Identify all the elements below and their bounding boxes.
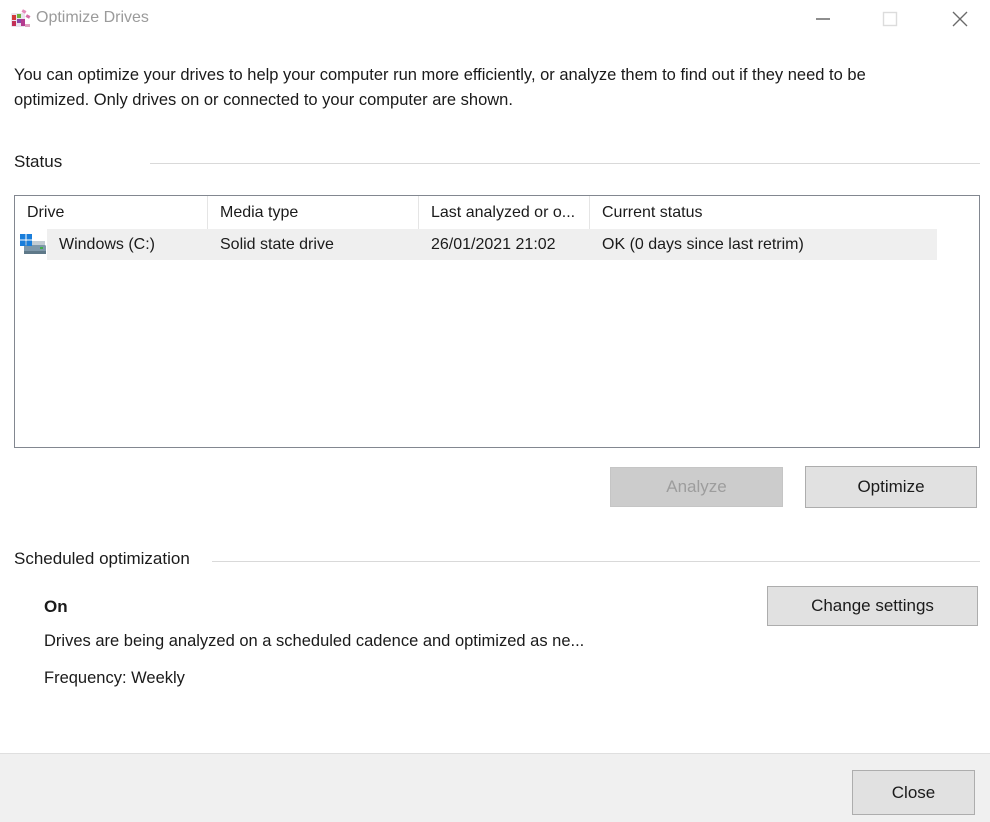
- scheduled-section-divider: [212, 561, 980, 562]
- column-header-current-status[interactable]: Current status: [590, 196, 937, 229]
- drives-table-header: Drive Media type Last analyzed or o... C…: [15, 196, 979, 229]
- scheduled-frequency: Frequency: Weekly: [44, 669, 185, 688]
- maximize-button: [873, 2, 907, 36]
- cell-current-status: OK (0 days since last retrim): [590, 229, 937, 260]
- minimize-button[interactable]: [806, 2, 840, 36]
- drive-row-windows-c[interactable]: Windows (C:) Solid state drive 26/01/202…: [15, 229, 979, 260]
- dialog-footer: [0, 753, 990, 822]
- column-header-last-analyzed[interactable]: Last analyzed or o...: [419, 196, 590, 229]
- optimize-button[interactable]: Optimize: [805, 466, 977, 508]
- scheduled-state: On: [44, 597, 68, 617]
- optimize-drives-window: Optimize Drives You can optimize your dr…: [0, 0, 990, 822]
- cell-last-analyzed: 26/01/2021 21:02: [419, 229, 590, 260]
- scheduled-description: Drives are being analyzed on a scheduled…: [44, 632, 584, 651]
- close-window-button[interactable]: [943, 2, 977, 36]
- close-button[interactable]: Close: [852, 770, 975, 815]
- status-section-label: Status: [14, 152, 62, 172]
- window-title: Optimize Drives: [36, 9, 149, 27]
- column-header-drive[interactable]: Drive: [15, 196, 208, 229]
- minimize-icon: [812, 8, 834, 30]
- titlebar: Optimize Drives: [0, 0, 990, 40]
- dialog-description: You can optimize your drives to help you…: [14, 63, 926, 113]
- maximize-icon: [879, 8, 901, 30]
- analyze-button: Analyze: [610, 467, 783, 507]
- cell-drive-name: Windows (C:): [47, 229, 208, 260]
- scheduled-section-label: Scheduled optimization: [14, 549, 190, 569]
- cell-media-type: Solid state drive: [208, 229, 419, 260]
- system-drive-icon: [18, 231, 48, 259]
- status-section-divider: [150, 163, 980, 164]
- change-settings-button[interactable]: Change settings: [767, 586, 978, 626]
- column-header-media-type[interactable]: Media type: [208, 196, 419, 229]
- drives-table: Drive Media type Last analyzed or o... C…: [14, 195, 980, 448]
- close-icon: [949, 8, 971, 30]
- defrag-app-icon: [8, 7, 32, 31]
